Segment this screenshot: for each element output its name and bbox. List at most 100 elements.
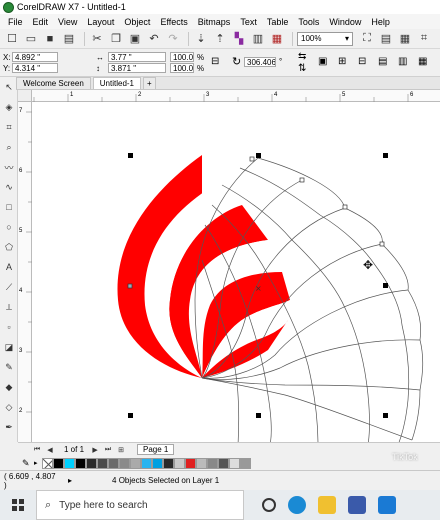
snap-to-icon[interactable]: ⌗ xyxy=(416,31,432,47)
copy-icon[interactable]: ❐ xyxy=(108,31,124,47)
blend-node[interactable] xyxy=(379,241,385,247)
page-1-tab[interactable]: Page 1 xyxy=(137,444,175,455)
selection-handle[interactable] xyxy=(256,413,261,418)
selection-handle[interactable] xyxy=(383,283,388,288)
menu-layout[interactable]: Layout xyxy=(82,17,119,27)
menu-bitmaps[interactable]: Bitmaps xyxy=(193,17,236,27)
color-swatch[interactable] xyxy=(163,457,174,469)
previous-page-icon[interactable]: ◀ xyxy=(45,446,55,454)
selection-handle[interactable] xyxy=(383,153,388,158)
menu-table[interactable]: Table xyxy=(262,17,294,27)
palette-menu-icon[interactable]: ▸ xyxy=(34,459,42,467)
color-swatch[interactable] xyxy=(229,457,240,469)
mail-icon[interactable] xyxy=(378,496,396,514)
tab-welcome-screen[interactable]: Welcome Screen xyxy=(16,77,91,89)
mirror-horizontal-icon[interactable]: ⇆ xyxy=(298,52,306,62)
width-field[interactable]: 3.77 " xyxy=(108,52,166,62)
menu-window[interactable]: Window xyxy=(324,17,366,27)
color-swatch[interactable] xyxy=(75,457,86,469)
x-position-field[interactable]: 4.892 " xyxy=(12,52,58,62)
color-swatch[interactable] xyxy=(185,457,196,469)
selection-handle[interactable] xyxy=(256,153,261,158)
store-icon[interactable] xyxy=(348,496,366,514)
polygon-tool-icon[interactable]: ⬠ xyxy=(3,241,15,253)
eyedropper-icon[interactable]: ✎ xyxy=(22,458,34,469)
menu-file[interactable]: File xyxy=(3,17,28,27)
corel-connect-icon[interactable]: ▥ xyxy=(250,31,266,47)
app-launcher-icon[interactable]: ▚ xyxy=(231,31,247,47)
ungroup-all-icon[interactable]: ⊟ xyxy=(358,57,366,67)
selection-handle[interactable] xyxy=(128,413,133,418)
drop-shadow-tool-icon[interactable]: ▫ xyxy=(3,321,15,333)
color-swatch[interactable] xyxy=(108,457,119,469)
lock-ratio-icon[interactable]: ⊟ xyxy=(211,57,219,67)
horizontal-ruler[interactable]: 1 2 3 4 5 6 xyxy=(32,90,440,102)
align-distribute-icon[interactable]: ▦ xyxy=(418,57,427,67)
zoom-level-dropdown[interactable]: 100% ▾ xyxy=(297,31,353,46)
edge-browser-icon[interactable] xyxy=(288,496,306,514)
color-swatch[interactable] xyxy=(97,457,108,469)
freehand-tool-icon[interactable]: 〰 xyxy=(3,161,15,173)
taskbar-search-box[interactable]: ⌕ Type here to search xyxy=(36,490,244,520)
parallel-dimension-tool-icon[interactable]: ⟋ xyxy=(3,281,15,293)
transparency-tool-icon[interactable]: ◪ xyxy=(3,341,15,353)
menu-tools[interactable]: Tools xyxy=(293,17,324,27)
print-icon[interactable]: ▤ xyxy=(61,31,77,47)
text-tool-icon[interactable]: A xyxy=(3,261,15,273)
y-position-field[interactable]: 4.314 " xyxy=(12,63,58,73)
ungroup-icon[interactable]: ⊞ xyxy=(338,57,346,67)
color-swatch[interactable] xyxy=(152,457,163,469)
menu-edit[interactable]: Edit xyxy=(28,17,54,27)
ellipse-tool-icon[interactable]: ○ xyxy=(3,221,15,233)
color-swatch[interactable] xyxy=(207,457,218,469)
cut-icon[interactable]: ✂ xyxy=(89,31,105,47)
color-swatch[interactable] xyxy=(240,457,251,469)
rectangle-tool-icon[interactable]: □ xyxy=(3,201,15,213)
add-page-icon[interactable]: ⊞ xyxy=(116,446,126,454)
drawing-canvas[interactable]: × ✥ xyxy=(32,102,440,442)
next-page-icon[interactable]: ▶ xyxy=(90,446,100,454)
height-field[interactable]: 3.871 " xyxy=(108,63,166,73)
outline-pen-tool-icon[interactable]: ✒ xyxy=(3,421,15,433)
break-apart-icon[interactable]: ▥ xyxy=(398,57,407,67)
file-explorer-icon[interactable] xyxy=(318,496,336,514)
mirror-vertical-icon[interactable]: ⇅ xyxy=(298,64,306,74)
menu-view[interactable]: View xyxy=(53,17,82,27)
color-swatch[interactable] xyxy=(53,457,64,469)
color-swatch[interactable] xyxy=(130,457,141,469)
interactive-fill-tool-icon[interactable]: ◆ xyxy=(3,381,15,393)
color-swatch[interactable] xyxy=(119,457,130,469)
full-screen-icon[interactable]: ⛶ xyxy=(359,31,375,47)
no-color-swatch[interactable] xyxy=(42,457,53,469)
color-swatch[interactable] xyxy=(174,457,185,469)
redo-icon[interactable]: ↷ xyxy=(165,31,181,47)
open-folder-icon[interactable]: ▭ xyxy=(23,31,39,47)
eyedropper-tool-icon[interactable]: ✎ xyxy=(3,361,15,373)
publish-pdf-icon[interactable]: ▦ xyxy=(269,31,285,47)
show-rulers-icon[interactable]: ▤ xyxy=(378,31,394,47)
windows-start-icon[interactable] xyxy=(12,499,24,511)
blend-node[interactable] xyxy=(127,283,133,289)
selection-handle[interactable] xyxy=(128,153,133,158)
connector-tool-icon[interactable]: ⟂ xyxy=(3,301,15,313)
rotation-angle-field[interactable]: 306.406 xyxy=(244,57,276,67)
zoom-tool-icon[interactable]: ⌕ xyxy=(3,141,15,153)
show-grid-icon[interactable]: ▦ xyxy=(397,31,413,47)
export-icon[interactable]: ⇡ xyxy=(212,31,228,47)
color-swatch[interactable] xyxy=(218,457,229,469)
tab-untitled-1[interactable]: Untitled-1 xyxy=(92,77,142,89)
color-swatch[interactable] xyxy=(141,457,152,469)
menu-effects[interactable]: Effects xyxy=(155,17,192,27)
shape-tool-icon[interactable]: ◈ xyxy=(3,101,15,113)
task-view-icon[interactable] xyxy=(262,498,276,512)
first-page-icon[interactable]: ⏮ xyxy=(32,446,42,454)
crop-tool-icon[interactable]: ⌗ xyxy=(3,121,15,133)
new-document-icon[interactable]: ☐ xyxy=(4,31,20,47)
new-tab-button[interactable]: + xyxy=(143,77,156,89)
vertical-ruler[interactable]: 7 6 5 4 3 2 xyxy=(18,102,32,442)
paste-icon[interactable]: ▣ xyxy=(127,31,143,47)
group-icon[interactable]: ▣ xyxy=(318,57,327,67)
menu-help[interactable]: Help xyxy=(366,17,395,27)
ruler-origin[interactable] xyxy=(18,90,32,102)
color-swatch[interactable] xyxy=(64,457,75,469)
